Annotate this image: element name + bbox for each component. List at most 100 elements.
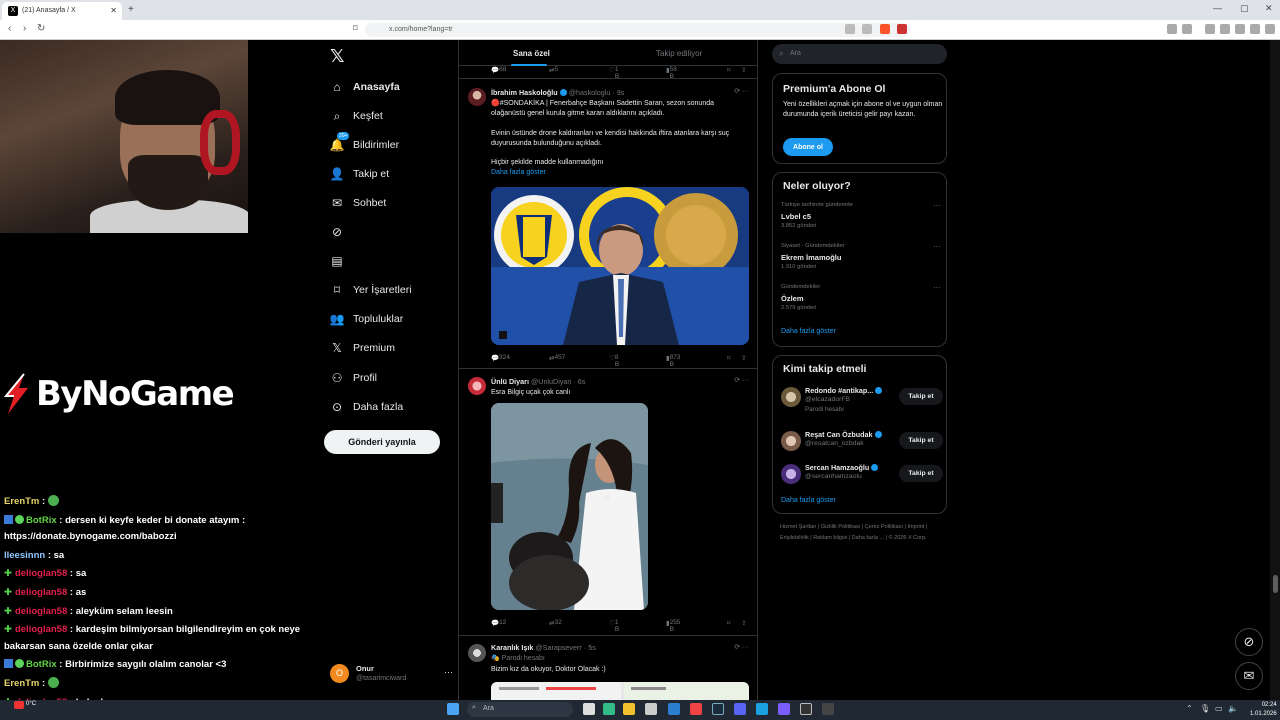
search-input[interactable]: ⌕ Ara xyxy=(772,44,947,64)
follow-suggestion[interactable]: Reşat Can Özbudak @resatcan_ozbdak Takip e… xyxy=(781,428,943,458)
sidebar-item-premium[interactable]: 𝕏 Premium xyxy=(330,337,395,359)
account-switcher[interactable]: O Onur @tasarimciward ··· xyxy=(328,662,453,688)
more-icon[interactable]: ··· xyxy=(933,242,941,251)
extension-icon[interactable] xyxy=(1182,24,1192,34)
footer-link[interactable]: Imprint xyxy=(908,524,925,530)
start-icon[interactable] xyxy=(447,703,459,715)
sidebar-item-profil[interactable]: ⚇ Profil xyxy=(330,367,377,389)
grok-fab-icon[interactable]: ⊘ xyxy=(1235,628,1263,656)
store-icon[interactable] xyxy=(645,703,657,715)
sidebar-item-daha-fazla[interactable]: ⊙ Daha fazla xyxy=(330,396,403,418)
file-explorer-icon[interactable] xyxy=(623,703,635,715)
maximize-icon[interactable]: ▢ xyxy=(1240,3,1249,14)
avatar[interactable] xyxy=(781,431,801,451)
repost-button[interactable]: ⇄ 457 xyxy=(549,354,565,362)
wallet-icon[interactable] xyxy=(1220,24,1230,34)
forward-icon[interactable]: › xyxy=(23,23,26,34)
sidebar-item-sohbet[interactable]: ✉ Sohbet xyxy=(330,192,386,214)
messages-fab-icon[interactable]: ✉ xyxy=(1235,662,1263,690)
chat-username[interactable]: ErenTm xyxy=(4,496,39,507)
x-logo-icon[interactable]: 𝕏 xyxy=(330,46,345,67)
follow-button[interactable]: Takip et xyxy=(899,432,943,449)
suggestion-name[interactable]: Redondo #antikap... xyxy=(805,386,884,395)
subscribe-button[interactable]: Abone ol xyxy=(783,138,833,156)
views-button[interactable]: ▮ 255 B xyxy=(666,619,680,633)
sidebar-item-keşfet[interactable]: ⌕ Keşfet xyxy=(330,105,383,127)
chat-username[interactable]: ErenTm xyxy=(4,678,39,689)
tweet-author-name[interactable]: Karanlık Işık xyxy=(491,643,533,652)
tab-following[interactable]: Takip ediliyor xyxy=(656,49,702,58)
volume-icon[interactable]: 🔈 xyxy=(1228,704,1238,713)
system-clock[interactable]: 02:24 1.01.2026 xyxy=(1250,701,1277,719)
bookmark-icon[interactable]: ⌑ xyxy=(727,619,730,627)
brave-rewards-icon[interactable] xyxy=(897,24,907,34)
browser-tab[interactable]: X (21) Anasayfa / X ✕ xyxy=(2,2,122,20)
window-close-icon[interactable]: ✕ xyxy=(1265,3,1273,14)
more-icon[interactable]: ··· xyxy=(444,667,453,677)
avatar[interactable] xyxy=(468,377,486,395)
screen-icon[interactable] xyxy=(845,24,855,34)
extension-icon[interactable] xyxy=(1167,24,1177,34)
share-icon[interactable]: ⇧ xyxy=(741,66,746,74)
post-button[interactable]: Gönderi yayınla xyxy=(324,430,440,454)
tweet[interactable]: Ünlü Diyarı @UnluDiyari · 6s ⟳ ··· Esra … xyxy=(459,369,757,636)
like-button[interactable]: ♡ 1 B xyxy=(609,619,619,633)
avatar[interactable] xyxy=(468,644,486,662)
footer-link[interactable]: Hizmet Şartları xyxy=(780,524,816,530)
views-button[interactable]: ▮ 58 B xyxy=(666,66,677,80)
tab-for-you[interactable]: Sana özel xyxy=(513,49,550,58)
edge-icon[interactable] xyxy=(756,703,768,715)
chat-username[interactable]: delioglan58 xyxy=(15,606,67,617)
avatar[interactable] xyxy=(468,88,486,106)
network-icon[interactable]: ▭ xyxy=(1215,704,1223,713)
sidebar-item-yer-i̇şaretleri[interactable]: ⌑ Yer İşaretleri xyxy=(330,279,412,301)
mail-icon[interactable] xyxy=(668,703,680,715)
follow-button[interactable]: Takip et xyxy=(899,388,943,405)
reply-button[interactable]: 💬 324 xyxy=(491,354,510,362)
repost-button[interactable]: ⇄ 5 xyxy=(549,66,558,74)
bookmark-icon[interactable]: ⌑ xyxy=(727,66,730,74)
brave-icon[interactable] xyxy=(690,703,702,715)
copilot-icon[interactable] xyxy=(603,703,615,715)
sidebar-item-takip-et[interactable]: 👤 Takip et xyxy=(330,163,390,185)
follow-suggestion[interactable]: Redondo #antikap... @elcazadorFB Parodi he… xyxy=(781,384,943,414)
chat-username[interactable]: BotRix xyxy=(26,659,57,670)
extension-icon[interactable] xyxy=(1235,24,1245,34)
tweet-image[interactable] xyxy=(491,403,648,610)
views-button[interactable]: ▮ 873 B xyxy=(666,354,680,368)
sidebar-item-topluluklar[interactable]: 👥 Topluluklar xyxy=(330,308,404,330)
brave-shield-icon[interactable] xyxy=(880,24,890,34)
tweet-more-icon[interactable]: ⟳ ··· xyxy=(734,643,749,651)
minimize-icon[interactable]: — xyxy=(1213,3,1222,13)
scrollbar[interactable] xyxy=(1270,40,1280,700)
back-icon[interactable]: ‹ xyxy=(8,23,11,34)
sidebar-item-grok[interactable]: ⊘ xyxy=(330,221,353,243)
bookmark-page-icon[interactable]: ⌑ xyxy=(353,23,358,34)
footer-link[interactable]: Daha fazla ... xyxy=(852,535,884,541)
reply-button[interactable]: 💬 68 xyxy=(491,66,506,74)
menu-icon[interactable] xyxy=(1265,24,1275,34)
footer-link[interactable]: Erişilebilirlik xyxy=(780,535,809,541)
show-more-link[interactable]: Daha fazla göster xyxy=(781,497,836,504)
like-button[interactable]: ♡ 8 B xyxy=(609,354,619,368)
repost-button[interactable]: ⇄ 32 xyxy=(549,619,562,627)
app-icon[interactable] xyxy=(822,703,834,715)
suggestion-name[interactable]: Sercan Hamzaoğlu xyxy=(805,463,880,472)
close-tab-icon[interactable]: ✕ xyxy=(110,6,117,15)
tweet-image[interactable] xyxy=(491,682,749,700)
tweet-image[interactable] xyxy=(491,187,749,345)
task-view-icon[interactable] xyxy=(583,703,595,715)
taskbar-search[interactable]: ⌕ Ara xyxy=(467,702,573,717)
trend-item[interactable]: Türkiye tarihinde gündemde Lvbel c5 3.852 … xyxy=(781,201,943,234)
tray-overflow-icon[interactable]: ⌃ xyxy=(1186,704,1193,713)
twitch-icon[interactable] xyxy=(778,703,790,715)
show-more-link[interactable]: Daha fazla göster xyxy=(781,328,836,335)
tweet-author-name[interactable]: Ünlü Diyarı xyxy=(491,377,529,386)
avatar[interactable] xyxy=(781,464,801,484)
chat-username[interactable]: delioglan58 xyxy=(15,624,67,635)
sidebar-item-bildirimler[interactable]: 🔔 20+ Bildirimler xyxy=(330,132,399,156)
share-icon[interactable] xyxy=(862,24,872,34)
sidebar-item-list[interactable]: ▤ xyxy=(330,250,353,272)
discord-icon[interactable] xyxy=(734,703,746,715)
show-more-link[interactable]: Daha fazla göster xyxy=(491,168,749,178)
